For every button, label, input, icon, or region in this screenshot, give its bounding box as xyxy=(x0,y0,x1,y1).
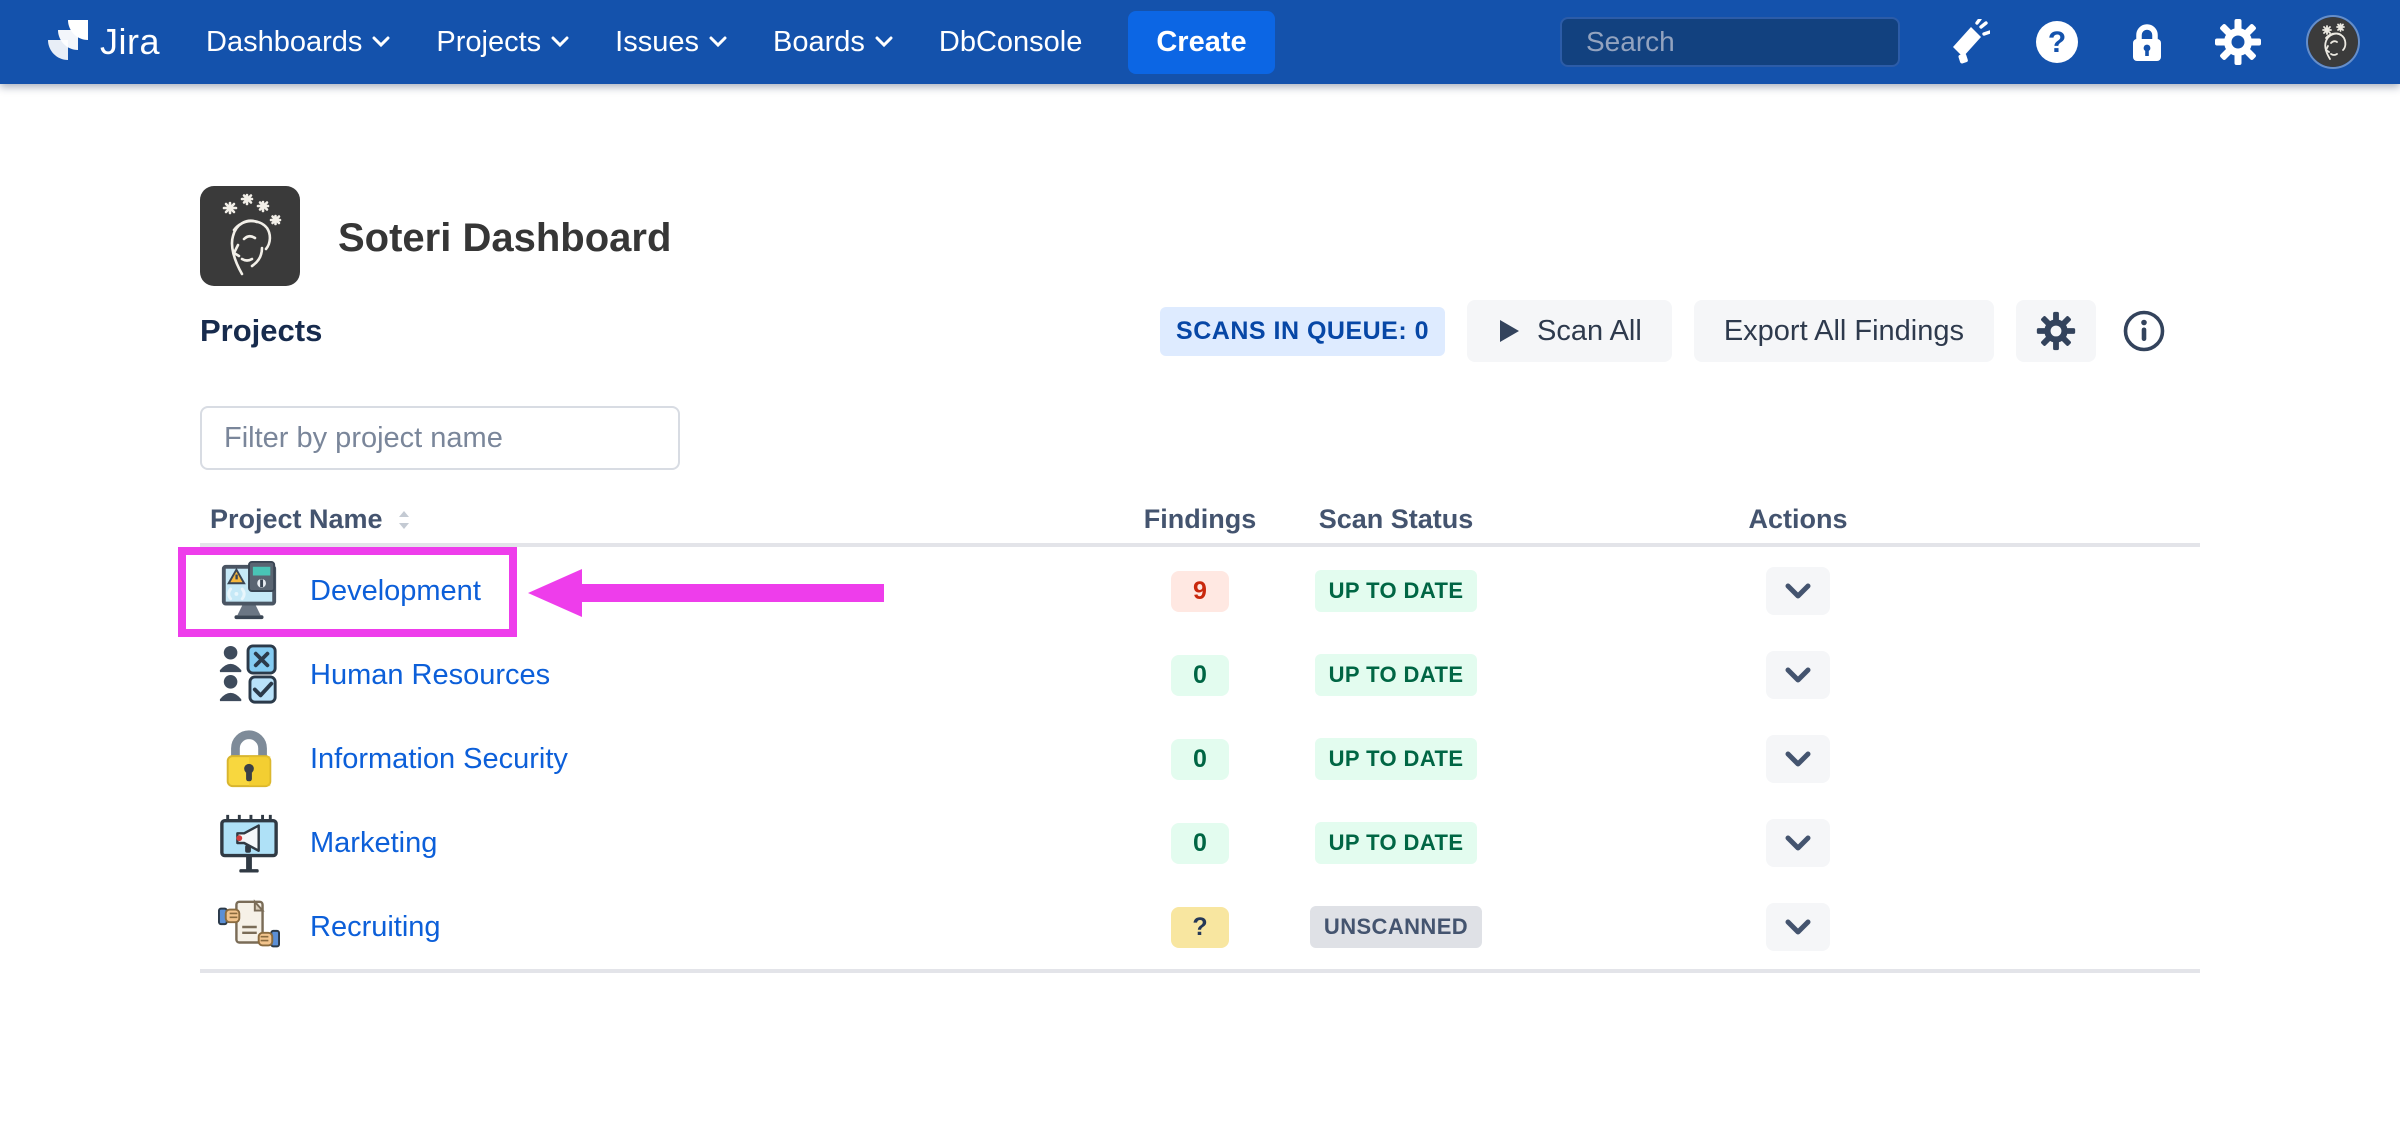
table-row-marketing: Marketing 0 UP TO DATE xyxy=(200,801,2200,885)
svg-text:?: ? xyxy=(2048,26,2066,59)
scan-all-button[interactable]: Scan All xyxy=(1467,300,1672,362)
nav-menu-issues[interactable]: Issues xyxy=(615,26,727,59)
soteri-logo xyxy=(200,186,300,291)
findings-badge: 0 xyxy=(1171,823,1229,864)
global-search[interactable] xyxy=(1560,17,1900,67)
chevron-down-icon xyxy=(875,36,893,48)
chevron-down-icon xyxy=(372,36,390,48)
development-monitor-icon xyxy=(218,560,280,622)
jira-mark-icon xyxy=(46,18,90,67)
table-row-recruiting: Recruiting ? UNSCANNED xyxy=(200,885,2200,969)
user-avatar[interactable] xyxy=(2306,15,2360,69)
info-button[interactable] xyxy=(2118,309,2170,353)
chevron-down-icon xyxy=(1785,751,1811,767)
table-row-information-security: Information Security 0 UP TO DATE xyxy=(200,717,2200,801)
row-actions-dropdown[interactable] xyxy=(1766,819,1830,867)
column-header-scan-status: Scan Status xyxy=(1246,504,1546,535)
row-actions-dropdown[interactable] xyxy=(1766,567,1830,615)
search-input[interactable] xyxy=(1586,26,1947,58)
column-header-project-name[interactable]: Project Name xyxy=(210,504,413,535)
table-header: Project Name Findings Scan Status Action… xyxy=(200,500,2200,547)
table-row-development: Development 9 UP TO DATE xyxy=(200,549,2200,633)
jira-logo[interactable]: Jira xyxy=(46,18,160,67)
project-filter-input[interactable] xyxy=(200,406,680,470)
project-link-information-security[interactable]: Information Security xyxy=(310,743,568,776)
project-link-marketing[interactable]: Marketing xyxy=(310,827,437,860)
nav-menu-dbconsole[interactable]: DbConsole xyxy=(939,26,1082,59)
row-actions-dropdown[interactable] xyxy=(1766,735,1830,783)
scan-status-badge: UP TO DATE xyxy=(1315,570,1478,612)
top-navbar: Jira Dashboards Projects Issues Boards D… xyxy=(0,0,2400,84)
nav-menu-dashboards[interactable]: Dashboards xyxy=(206,26,390,59)
project-link-development[interactable]: Development xyxy=(310,575,481,608)
jira-brand-label: Jira xyxy=(100,21,160,63)
findings-badge: 0 xyxy=(1171,655,1229,696)
human-resources-icon xyxy=(218,644,280,706)
billboard-megaphone-icon xyxy=(218,812,280,874)
scans-in-queue-badge: SCANS IN QUEUE: 0 xyxy=(1160,307,1445,356)
help-icon[interactable]: ? xyxy=(2034,19,2080,65)
nav-menu-boards[interactable]: Boards xyxy=(773,26,893,59)
info-icon xyxy=(2122,309,2166,353)
findings-badge: 9 xyxy=(1171,571,1229,612)
main-content: Soteri Dashboard Projects SCANS IN QUEUE… xyxy=(200,84,2200,1146)
gear-icon[interactable] xyxy=(2214,18,2262,66)
section-heading: Projects xyxy=(200,313,322,349)
jira-soteri-dashboard-page: Jira Dashboards Projects Issues Boards D… xyxy=(0,0,2400,1146)
scan-status-badge: UP TO DATE xyxy=(1315,822,1478,864)
table-row-human-resources: Human Resources 0 UP TO DATE xyxy=(200,633,2200,717)
scan-status-badge: UP TO DATE xyxy=(1315,654,1478,696)
padlock-icon xyxy=(218,728,280,790)
page-header: Soteri Dashboard xyxy=(200,186,671,291)
chevron-down-icon xyxy=(551,36,569,48)
play-icon xyxy=(1497,318,1521,344)
chevron-down-icon xyxy=(1785,667,1811,683)
chevron-down-icon xyxy=(1785,835,1811,851)
findings-badge: ? xyxy=(1171,907,1229,948)
chevron-down-icon xyxy=(1785,583,1811,599)
projects-table: Development 9 UP TO DATE xyxy=(200,549,2200,973)
lock-icon[interactable] xyxy=(2124,19,2170,65)
document-handoff-icon xyxy=(218,896,280,958)
chevron-down-icon xyxy=(709,36,727,48)
create-button[interactable]: Create xyxy=(1128,11,1274,74)
projects-toolbar: Projects SCANS IN QUEUE: 0 Scan All Expo… xyxy=(200,298,2200,364)
scan-status-badge: UP TO DATE xyxy=(1315,738,1478,780)
row-actions-dropdown[interactable] xyxy=(1766,651,1830,699)
page-title: Soteri Dashboard xyxy=(338,216,671,261)
project-link-recruiting[interactable]: Recruiting xyxy=(310,911,441,944)
export-all-findings-button[interactable]: Export All Findings xyxy=(1694,300,1994,362)
gear-icon xyxy=(2036,311,2076,351)
settings-button[interactable] xyxy=(2016,300,2096,362)
nav-menu-projects[interactable]: Projects xyxy=(436,26,569,59)
chevron-down-icon xyxy=(1785,919,1811,935)
column-header-actions: Actions xyxy=(1698,504,1898,535)
findings-badge: 0 xyxy=(1171,739,1229,780)
row-actions-dropdown[interactable] xyxy=(1766,903,1830,951)
project-link-human-resources[interactable]: Human Resources xyxy=(310,659,550,692)
sort-icon xyxy=(395,508,413,532)
announcement-icon[interactable] xyxy=(1944,19,1990,65)
scan-status-badge: UNSCANNED xyxy=(1310,906,1482,948)
